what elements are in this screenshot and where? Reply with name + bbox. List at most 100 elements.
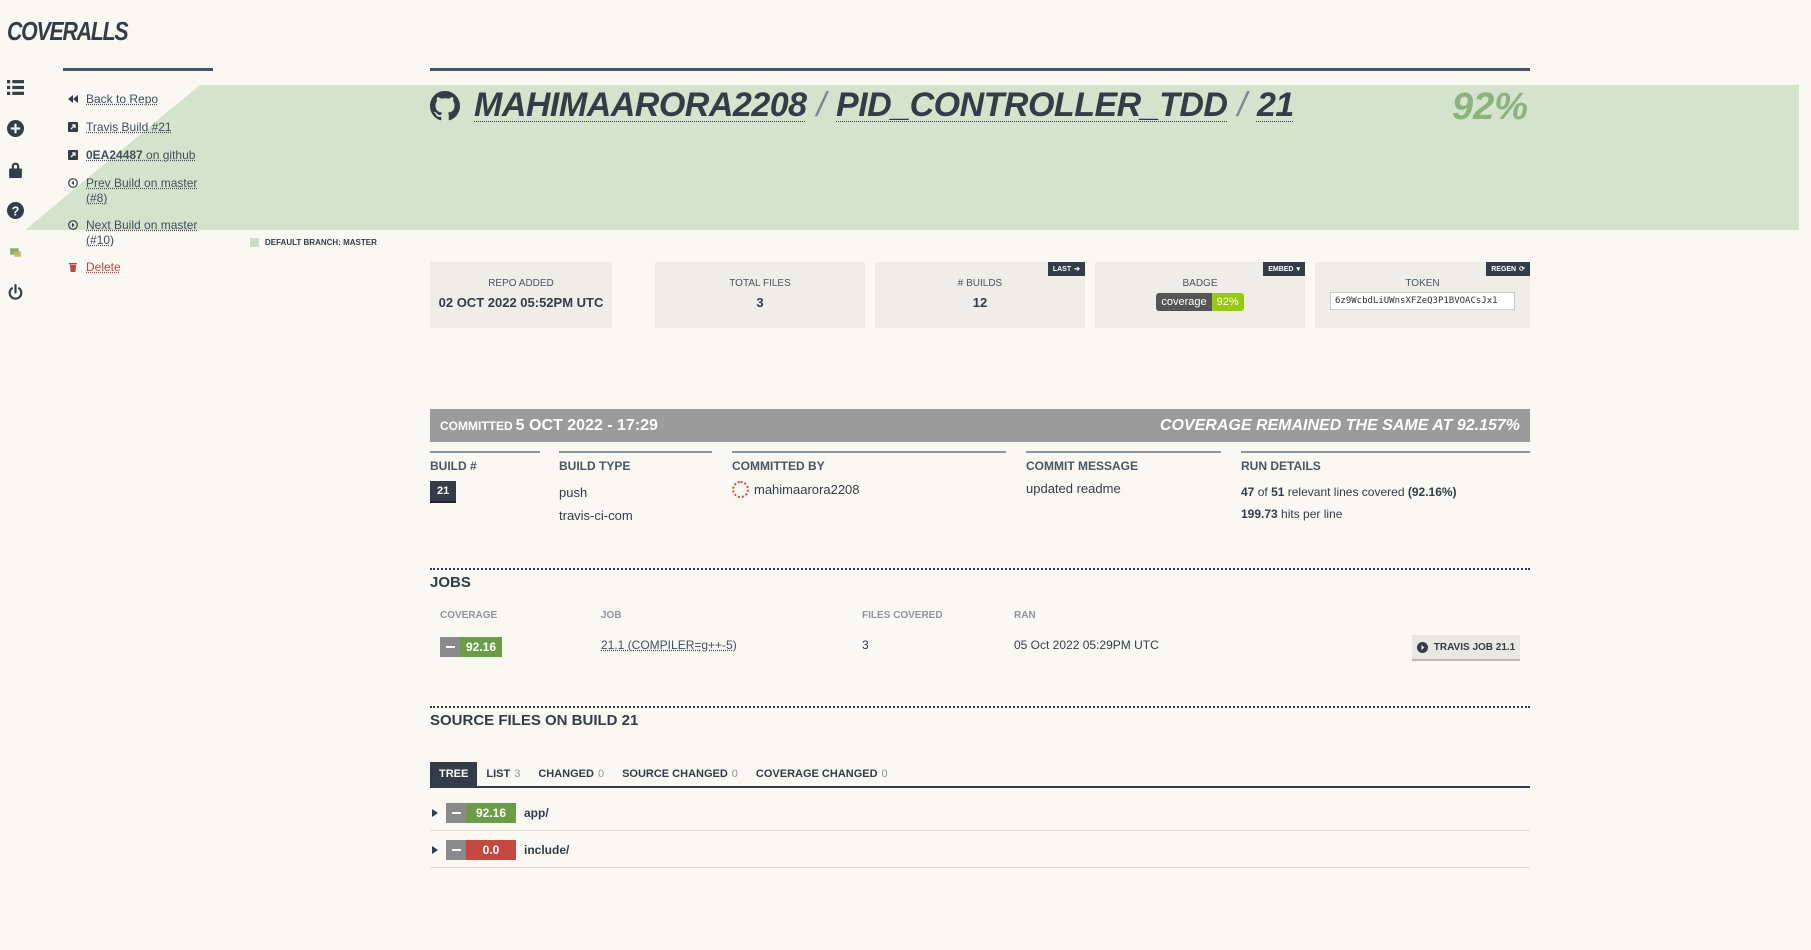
arrow-left-circle-icon	[68, 178, 78, 188]
github-commit-link[interactable]: 0EA24487 on github	[68, 148, 195, 163]
help-icon[interactable]: ?	[6, 201, 24, 219]
list-icon[interactable]	[6, 78, 24, 96]
travis-job-button[interactable]: TRAVIS JOB 21.1	[1412, 635, 1520, 661]
tab-count: 0	[881, 768, 888, 780]
committer-avatar	[732, 481, 749, 498]
tab-list[interactable]: LIST 3	[477, 762, 529, 786]
jobs-divider	[430, 568, 1530, 570]
commit-prefix: COMMITTED	[440, 418, 513, 433]
embed-button[interactable]: EMBED ▾	[1263, 262, 1305, 276]
relevant-count: 51	[1271, 485, 1285, 499]
include-coverage-value: 0.0	[466, 839, 516, 860]
expand-triangle-icon[interactable]	[432, 808, 438, 817]
build-number-badge: 21	[430, 481, 457, 503]
default-branch-indicator: DEFAULT BRANCH: MASTER	[250, 238, 377, 247]
job-link[interactable]: 21.1 (COMPILER=g++-5)	[601, 638, 737, 652]
header-top-rule	[430, 68, 1530, 71]
coveralls-logo[interactable]: COVERALLS	[7, 16, 129, 47]
hits-text: hits per line	[1281, 507, 1343, 521]
source-divider	[430, 706, 1530, 708]
jobs-ran-header: RAN	[1014, 610, 1036, 621]
tab-label: LIST	[486, 768, 511, 780]
power-icon[interactable]	[6, 283, 24, 301]
tab-count: 3	[514, 768, 521, 780]
source-tabs: TREE LIST 3 CHANGED 0 SOURCE CHANGED 0 COVE…	[430, 762, 1530, 788]
minus-icon	[440, 637, 460, 657]
badge-card: EMBED ▾ BADGE coverage 92%	[1095, 262, 1305, 328]
tab-label: CHANGED	[538, 768, 594, 780]
commit-bar: COMMITTED 5 OCT 2022 - 17:29 COVERAGE REM…	[430, 409, 1530, 442]
coverage-status: COVERAGE REMAINED THE SAME AT 92.157%	[1159, 416, 1520, 434]
tab-label: TREE	[439, 768, 469, 780]
committed-by-column: COMMITTED BY mahimaarora2208	[732, 451, 1006, 506]
build-type-header: BUILD TYPE	[559, 459, 631, 473]
next-build-label: Next Build on master (#10)	[86, 218, 198, 247]
app-coverage-value: 92.16	[466, 802, 516, 823]
committer-name: mahimaarora2208	[754, 482, 860, 497]
external-link-icon	[68, 122, 78, 132]
job-coverage-pill: 92.16	[440, 637, 502, 657]
ci-service-value: travis-ci-com	[559, 508, 633, 523]
coverage-pill: 92.16	[446, 802, 516, 823]
arrow-right-circle-icon	[68, 220, 78, 230]
repo-name-link[interactable]: PID_CONTROLLER_TDD	[836, 86, 1228, 125]
committer[interactable]: mahimaarora2208	[732, 481, 1006, 498]
regen-button[interactable]: REGEN ⟳	[1486, 262, 1530, 276]
embed-label: EMBED	[1268, 265, 1294, 273]
coverage-percent: 92%	[1452, 86, 1529, 128]
tab-count: 0	[731, 768, 738, 780]
coverage-badge[interactable]: coverage 92%	[1156, 293, 1244, 311]
build-number-header: BUILD #	[430, 459, 477, 473]
tree-row-include[interactable]: 0.0 include/	[430, 832, 1530, 868]
tab-coverage-changed[interactable]: COVERAGE CHANGED 0	[747, 762, 897, 786]
tab-tree[interactable]: TREE	[430, 762, 478, 786]
minus-icon	[446, 802, 466, 823]
token-card: REGEN ⟳ TOKEN 6z9WcbdLiUWnsXFZeQ3P1BVOACs…	[1315, 262, 1530, 328]
source-files-title: SOURCE FILES ON BUILD 21	[430, 712, 639, 729]
regen-label: REGEN	[1491, 265, 1517, 273]
covered-percent: (92.16%)	[1407, 485, 1457, 499]
folder-name: app/	[524, 805, 549, 820]
total-files-label: TOTAL FILES	[729, 278, 791, 289]
tab-changed[interactable]: CHANGED 0	[529, 762, 613, 786]
commit-datetime: 5 OCT 2022 - 17:29	[515, 416, 658, 434]
tab-source-changed[interactable]: SOURCE CHANGED 0	[613, 762, 747, 786]
arrow-right-circle-icon	[1416, 641, 1428, 653]
back-to-repo-link[interactable]: Back to Repo	[68, 92, 158, 107]
builds-value: 12	[972, 295, 988, 310]
tab-count: 0	[597, 768, 605, 780]
last-build-button[interactable]: LAST ➔	[1047, 262, 1085, 276]
commit-message-value: updated readme	[1026, 481, 1121, 496]
travis-build-link[interactable]: Travis Build #21	[68, 120, 172, 135]
repo-owner-link[interactable]: MAHIMAARORA2208	[474, 86, 807, 125]
travis-job-label: TRAVIS JOB 21.1	[1433, 641, 1516, 653]
branch-swatch	[250, 238, 259, 247]
lock-icon[interactable]	[6, 160, 24, 178]
token-field[interactable]: 6z9WcbdLiUWnsXFZeQ3P1BVOACsJx1	[1330, 292, 1515, 310]
add-circle-icon[interactable]	[6, 119, 24, 137]
page-title: MAHIMAARORA2208 / PID_CONTROLLER_TDD / 2…	[430, 86, 1294, 125]
repo-added-card: REPO ADDED 02 OCT 2022 05:52PM UTC	[430, 262, 612, 328]
covered-count: 47	[1241, 485, 1255, 499]
token-label: TOKEN	[1405, 278, 1440, 289]
builds-label: # BUILDS	[957, 278, 1003, 289]
expand-triangle-icon[interactable]	[432, 845, 438, 854]
build-number-link[interactable]: 21	[1257, 86, 1294, 125]
arrow-right-circle-icon: ➔	[1074, 266, 1080, 273]
of-text: of	[1257, 485, 1268, 499]
builds-card: LAST ➔ # BUILDS 12	[875, 262, 1085, 328]
user-avatar-icon[interactable]	[6, 242, 24, 260]
job-coverage-value: 92.16	[460, 637, 502, 657]
delete-build-link[interactable]: Delete	[68, 260, 121, 275]
trash-icon	[68, 262, 78, 272]
prev-build-link[interactable]: Prev Build on master (#8)	[68, 176, 208, 206]
tree-row-app[interactable]: 92.16 app/	[430, 795, 1530, 831]
total-files-card: TOTAL FILES 3	[655, 262, 865, 328]
run-details-column: RUN DETAILS 47 of 51 relevant lines cove…	[1241, 451, 1530, 529]
commit-message-header: COMMIT MESSAGE	[1026, 459, 1139, 473]
next-build-link[interactable]: Next Build on master (#10)	[68, 218, 208, 248]
jobs-files-header: FILES COVERED	[862, 610, 943, 621]
github-commit-label: 0EA24487 on github	[86, 148, 195, 163]
build-type-value: push	[559, 485, 588, 500]
coverage-pill: 0.0	[446, 839, 516, 860]
